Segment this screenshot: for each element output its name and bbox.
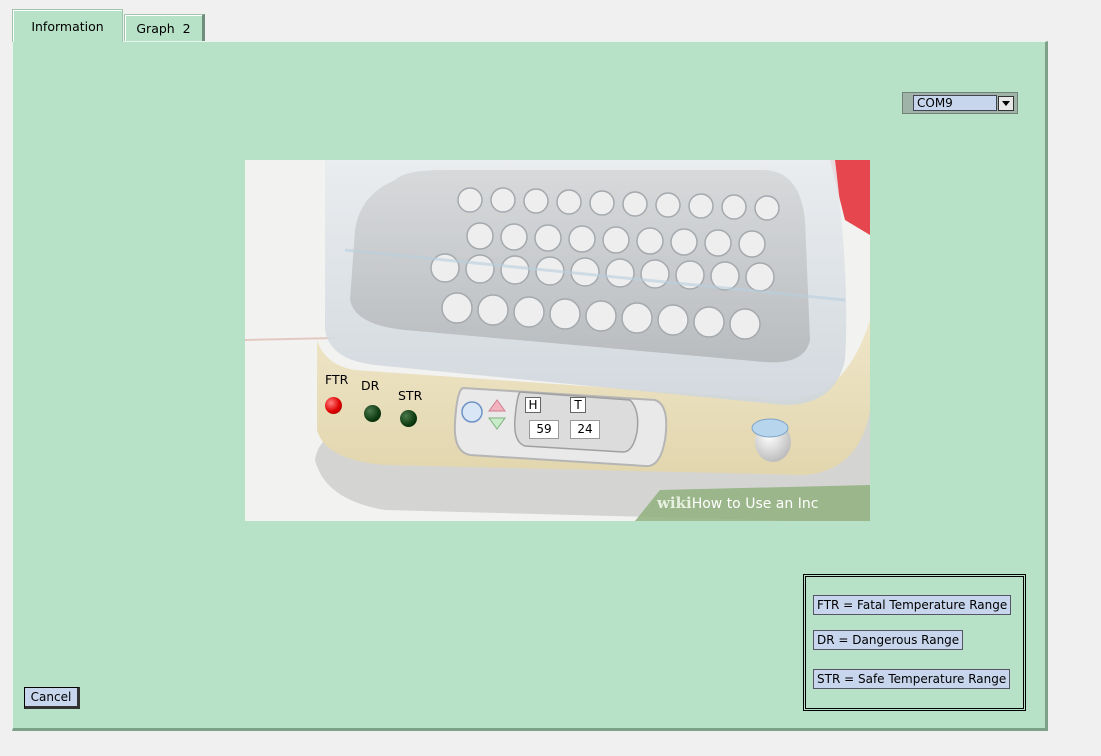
ftr-label: FTR xyxy=(325,372,349,387)
temperature-header: T xyxy=(570,397,586,413)
chevron-down-icon[interactable] xyxy=(998,96,1014,111)
str-label: STR xyxy=(398,388,423,403)
legend-item-str: STR = Safe Temperature Range xyxy=(813,669,1011,689)
dr-label: DR xyxy=(361,378,380,393)
str-indicator-led xyxy=(400,410,417,427)
cancel-button[interactable]: Cancel xyxy=(24,687,80,709)
legend-item-dr: DR = Dangerous Range xyxy=(813,630,964,650)
incubator-illustration xyxy=(245,160,870,521)
tab-information[interactable]: Information xyxy=(12,9,123,42)
com-port-value[interactable]: COM9 xyxy=(913,95,997,111)
com-port-select[interactable]: COM9 xyxy=(902,92,1018,114)
legend-item-ftr: FTR = Fatal Temperature Range xyxy=(813,595,1012,615)
watermark: wikiHow to Use an Inc xyxy=(657,494,818,512)
tab-graph-2-label: Graph 2 xyxy=(136,21,191,36)
tab-graph-2[interactable]: Graph 2 xyxy=(124,14,205,42)
dr-indicator-led xyxy=(364,405,381,422)
watermark-brand: wiki xyxy=(657,494,692,512)
humidity-value: 59 xyxy=(529,420,559,439)
humidity-header: H xyxy=(525,397,541,413)
legend-box: FTR = Fatal Temperature Range DR = Dange… xyxy=(803,574,1026,711)
temperature-value: 24 xyxy=(570,420,600,439)
incubator-image: FTR DR STR H 59 T 24 wikiHow to Use an I… xyxy=(245,160,870,521)
ftr-indicator-led xyxy=(325,397,342,414)
watermark-text: How to Use an Inc xyxy=(691,496,819,512)
tab-information-label: Information xyxy=(31,18,104,34)
